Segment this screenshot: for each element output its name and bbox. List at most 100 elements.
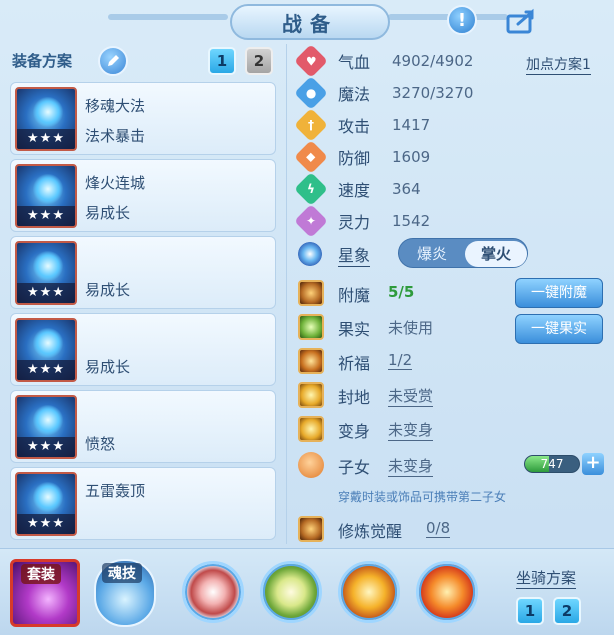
cultivation-value[interactable]: 0/8: [426, 519, 451, 538]
equipment-card-1[interactable]: ★★★ 移魂大法 法术暴击: [10, 82, 276, 155]
equipment-effect: 法术暴击: [85, 127, 146, 145]
equipment-effect: 易成长: [85, 358, 131, 376]
equipment-panel: 装备方案 1 2 ★★★ 移魂大法 法术暴击 ★★★ 烽火连城 易成长 ★★★ …: [0, 44, 286, 544]
stat-label: 魔法: [338, 85, 371, 104]
stat-row-attack: † 攻击 1417: [294, 108, 430, 142]
stat-value: 1609: [392, 148, 431, 166]
cultivation-label: 修炼觉醒: [338, 522, 403, 541]
sword-icon: †: [294, 108, 328, 142]
fief-label: 封地: [338, 388, 371, 407]
skill-slot-2-icon[interactable]: [260, 561, 322, 623]
one-click-fruit-button[interactable]: 一键果实: [515, 314, 603, 344]
stat-value: 3270/3270: [392, 84, 474, 102]
add-points-plan-link[interactable]: 加点方案1: [526, 54, 591, 75]
stat-row-spirit: ✦ 灵力 1542: [294, 204, 430, 238]
cultivation-icon: [298, 516, 324, 542]
stat-value: 1417: [392, 116, 431, 134]
star-rating: ★★★: [17, 514, 75, 534]
transform-icon: [298, 416, 324, 442]
suit-button[interactable]: 套装: [10, 559, 80, 627]
soul-skill-label: 魂技: [102, 563, 142, 583]
stat-label: 气血: [338, 53, 371, 72]
equipment-name: 五雷轰顶: [85, 482, 146, 500]
stat-value: 364: [392, 180, 421, 198]
transform-label: 变身: [338, 422, 371, 441]
skill-slot-4-icon[interactable]: [416, 561, 478, 623]
skill-slot-1-icon[interactable]: [182, 561, 244, 623]
stat-label: 灵力: [338, 213, 371, 232]
blessing-label: 祈福: [338, 354, 371, 373]
soul-skill-button[interactable]: 魂技: [94, 559, 156, 627]
star-option-2[interactable]: 掌火: [465, 241, 527, 267]
child-value[interactable]: 未变身: [388, 455, 434, 477]
shield-icon: ◆: [294, 140, 328, 174]
fruit-label: 果实: [338, 320, 371, 339]
mount-plan-tab-1[interactable]: 1: [516, 597, 544, 625]
star-rating: ★★★: [17, 437, 75, 457]
equipment-plan-label: 装备方案: [12, 52, 73, 70]
equipment-plan-tab-1[interactable]: 1: [208, 47, 236, 75]
child-hint-text: 穿戴时装或饰品可携带第二子女: [338, 490, 507, 504]
edit-icon[interactable]: [98, 46, 128, 76]
equipment-card-6[interactable]: ★★★ 五雷轰顶: [10, 467, 276, 540]
equipment-card-4[interactable]: ★★★ 易成长: [10, 313, 276, 386]
one-click-enchant-button[interactable]: 一键附魔: [515, 278, 603, 308]
child-progress-bar: 747: [524, 455, 580, 473]
mana-icon: ●: [294, 76, 328, 110]
suit-label: 套装: [21, 564, 61, 584]
equipment-effect: 愤怒: [85, 435, 116, 453]
heart-icon: ♥: [294, 44, 328, 78]
equipment-icon: ★★★: [15, 87, 77, 151]
transform-value[interactable]: 未变身: [388, 419, 434, 441]
equipment-list: ★★★ 移魂大法 法术暴击 ★★★ 烽火连城 易成长 ★★★ 易成长 ★★★ 易…: [10, 82, 276, 544]
equipment-effect: 易成长: [85, 204, 131, 222]
equipment-card-2[interactable]: ★★★ 烽火连城 易成长: [10, 159, 276, 232]
enchant-label: 附魔: [338, 286, 371, 305]
stat-label: 防御: [338, 149, 371, 168]
enchant-value: 5/5: [388, 283, 415, 301]
star-rating: ★★★: [17, 129, 75, 149]
stat-row-mp: ● 魔法 3270/3270: [294, 76, 473, 110]
star-rating: ★★★: [17, 360, 75, 380]
page-title: 战备: [230, 4, 390, 40]
fruit-value: 未使用: [388, 319, 434, 337]
star-option-1[interactable]: 爆炎: [401, 241, 463, 267]
skill-slot-3-icon[interactable]: [338, 561, 400, 623]
mount-plan-tab-2[interactable]: 2: [553, 597, 581, 625]
equipment-icon: ★★★: [15, 472, 77, 536]
stat-value: 1542: [392, 212, 431, 230]
child-label: 子女: [338, 458, 371, 477]
stat-value: 4902/4902: [392, 52, 474, 70]
equipment-plan-tab-2[interactable]: 2: [245, 47, 273, 75]
share-icon[interactable]: [505, 8, 541, 34]
equipment-icon: ★★★: [15, 241, 77, 305]
blessing-icon: [298, 348, 324, 374]
star-sign-toggle[interactable]: 爆炎 掌火: [398, 238, 528, 268]
add-button[interactable]: +: [582, 453, 604, 475]
equipment-name: 移魂大法: [85, 97, 146, 115]
equipment-icon: ★★★: [15, 395, 77, 459]
stat-label: 速度: [338, 181, 371, 200]
child-progress-value: 747: [540, 457, 564, 471]
info-icon[interactable]: !: [447, 5, 477, 35]
equipment-card-3[interactable]: ★★★ 易成长: [10, 236, 276, 309]
blessing-value[interactable]: 1/2: [388, 351, 413, 370]
enchant-icon: [298, 280, 324, 306]
equipment-effect: 易成长: [85, 281, 131, 299]
child-icon: [298, 452, 324, 478]
stat-row-defense: ◆ 防御 1609: [294, 140, 430, 174]
equipment-icon: ★★★: [15, 164, 77, 228]
stat-label: 攻击: [338, 117, 371, 136]
panel-divider: [286, 44, 287, 544]
fief-value[interactable]: 未受赏: [388, 385, 434, 407]
equipment-name: 烽火连城: [85, 174, 146, 192]
equipment-card-5[interactable]: ★★★ 愤怒: [10, 390, 276, 463]
star-sign-label[interactable]: 星象: [338, 242, 371, 267]
mount-plan-label[interactable]: 坐骑方案: [516, 567, 577, 589]
spirit-icon: ✦: [294, 204, 328, 238]
stat-row-hp: ♥ 气血 4902/4902: [294, 44, 473, 78]
bottom-bar: 套装 魂技 坐骑方案 1 2: [0, 548, 614, 635]
stat-row-speed: ϟ 速度 364: [294, 172, 421, 206]
lightning-icon: ϟ: [294, 172, 328, 206]
title-wing-left: [108, 14, 228, 20]
